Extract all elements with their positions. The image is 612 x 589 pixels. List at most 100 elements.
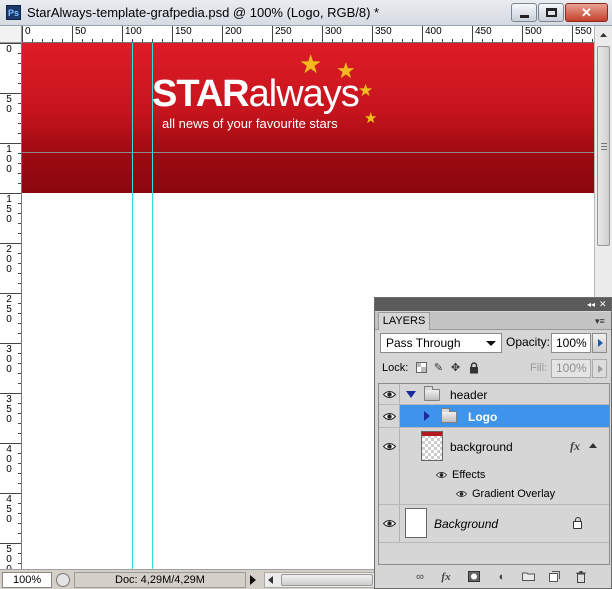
fill-slider-button[interactable]	[592, 359, 607, 378]
maximize-button[interactable]	[538, 3, 564, 22]
close-button[interactable]: ✕	[565, 3, 608, 22]
fill-label: Fill:	[530, 362, 548, 374]
minimize-button[interactable]	[511, 3, 537, 22]
ruler-tick	[422, 26, 423, 42]
ruler-tick	[72, 26, 73, 42]
eye-icon[interactable]	[436, 471, 447, 479]
star-icon: ★	[336, 58, 356, 83]
link-layers-icon[interactable]: ∞	[413, 571, 427, 584]
star-icon: ★	[364, 110, 378, 127]
layers-panel: ◂◂ ✕ LAYERS ▾≡ Pass Through Opacity: 100…	[374, 297, 612, 589]
expand-arrow-icon[interactable]	[406, 391, 416, 398]
lock-image-icon[interactable]: ✎	[432, 362, 445, 375]
ruler-tick	[172, 26, 173, 42]
ruler-label: 0	[6, 104, 12, 115]
lock-position-icon[interactable]: ✥	[449, 362, 462, 375]
collapse-panel-icon[interactable]: ◂◂	[587, 301, 595, 309]
ruler-label: 200	[225, 26, 242, 37]
layer-row-header[interactable]: header	[379, 384, 609, 405]
ruler-label: 400	[425, 26, 442, 37]
vertical-guide[interactable]	[152, 43, 153, 569]
eye-icon	[383, 391, 396, 398]
close-panel-icon[interactable]: ✕	[599, 300, 607, 309]
horizontal-scrollbar[interactable]	[264, 572, 376, 588]
ruler-label: 450	[475, 26, 492, 37]
ruler-tick	[522, 26, 523, 42]
layer-row-background[interactable]: background fx	[379, 428, 609, 466]
zoom-field[interactable]: 100%	[2, 572, 52, 588]
ruler-label: 250	[275, 26, 292, 37]
star-icon: ★	[358, 81, 374, 100]
visibility-toggle[interactable]	[379, 505, 400, 542]
ruler-label: 0	[6, 364, 12, 375]
layer-row-effects[interactable]: Effects	[379, 466, 609, 485]
eye-icon	[383, 413, 396, 420]
add-layer-style-icon[interactable]: fx	[439, 571, 453, 584]
scroll-left-icon[interactable]	[268, 576, 273, 584]
ruler-label: 0	[6, 464, 12, 475]
fill-input[interactable]: 100%	[551, 359, 591, 378]
ruler-label: 100	[125, 26, 142, 37]
ruler-origin[interactable]	[0, 26, 22, 43]
opacity-label: Opacity:	[506, 335, 551, 349]
blend-mode-select[interactable]: Pass Through	[380, 333, 502, 353]
layer-name: Logo	[468, 410, 498, 424]
ruler-label: 150	[175, 26, 192, 37]
add-mask-icon[interactable]	[467, 571, 481, 584]
layer-thumbnail	[405, 508, 427, 538]
visibility-toggle[interactable]	[379, 405, 400, 427]
ruler-label: 0	[6, 44, 12, 55]
scroll-up-icon[interactable]	[596, 28, 611, 42]
lock-transparency-icon[interactable]	[415, 362, 428, 375]
layer-row-logo[interactable]: Logo	[379, 405, 609, 428]
layer-row-background-locked[interactable]: Background	[379, 505, 609, 543]
eye-icon	[383, 520, 396, 527]
panel-menu-icon[interactable]: ▾≡	[595, 316, 605, 327]
photoshop-icon: Ps	[6, 5, 21, 20]
expand-arrow-icon[interactable]	[424, 411, 430, 421]
ruler-label: 0	[6, 214, 12, 225]
scrollbar-thumb[interactable]	[281, 574, 373, 586]
effects-label: Effects	[452, 469, 486, 481]
chevron-down-icon	[486, 341, 496, 346]
collapse-effects-icon[interactable]	[589, 443, 597, 448]
new-group-icon[interactable]	[521, 571, 535, 584]
ruler-label: 300	[325, 26, 342, 37]
adjustment-layer-icon[interactable]: ◐	[495, 571, 509, 584]
layer-name: Background	[434, 517, 499, 531]
status-options-icon[interactable]	[56, 573, 70, 587]
horizontal-ruler[interactable]: 0 50 100 150 200 250 300 350 400 450 500 550	[22, 26, 594, 43]
minimize-icon	[520, 15, 529, 18]
tab-layers[interactable]: LAYERS	[378, 312, 430, 330]
folder-icon	[441, 408, 457, 423]
scrollbar-thumb[interactable]	[597, 46, 610, 246]
vertical-guide[interactable]	[132, 43, 133, 569]
opacity-slider-button[interactable]	[592, 333, 607, 353]
visibility-toggle[interactable]	[379, 428, 400, 466]
horizontal-guide[interactable]	[22, 152, 594, 153]
layer-row-gradient-overlay[interactable]: Gradient Overlay	[379, 485, 609, 505]
lock-label: Lock:	[382, 362, 409, 374]
ruler-tick	[122, 26, 123, 42]
close-icon: ✕	[581, 5, 592, 20]
logo-tagline: all news of your favourite stars	[162, 116, 338, 131]
opacity-input[interactable]: 100%	[551, 333, 591, 353]
status-menu-arrow-icon[interactable]	[250, 575, 256, 585]
eye-icon	[383, 443, 396, 450]
layers-list[interactable]: header Logo background fx Effects Gradie…	[378, 383, 610, 565]
panel-header[interactable]: ◂◂ ✕	[375, 298, 611, 311]
ruler-tick	[22, 26, 23, 42]
eye-icon[interactable]	[456, 490, 467, 498]
logo-bold-text: STAR	[152, 73, 250, 115]
vertical-ruler[interactable]: 050100150200250300350400450500	[0, 43, 22, 569]
visibility-toggle[interactable]	[379, 384, 400, 404]
ruler-tick	[222, 26, 223, 42]
ruler-label: 500	[525, 26, 542, 37]
lock-all-icon[interactable]	[467, 362, 480, 375]
new-layer-icon[interactable]	[547, 571, 561, 584]
ruler-label: 0	[6, 164, 12, 175]
trash-icon[interactable]	[574, 571, 588, 584]
ruler-label: 0	[6, 414, 12, 425]
blend-mode-value: Pass Through	[386, 336, 461, 350]
fx-icon[interactable]: fx	[570, 439, 580, 454]
